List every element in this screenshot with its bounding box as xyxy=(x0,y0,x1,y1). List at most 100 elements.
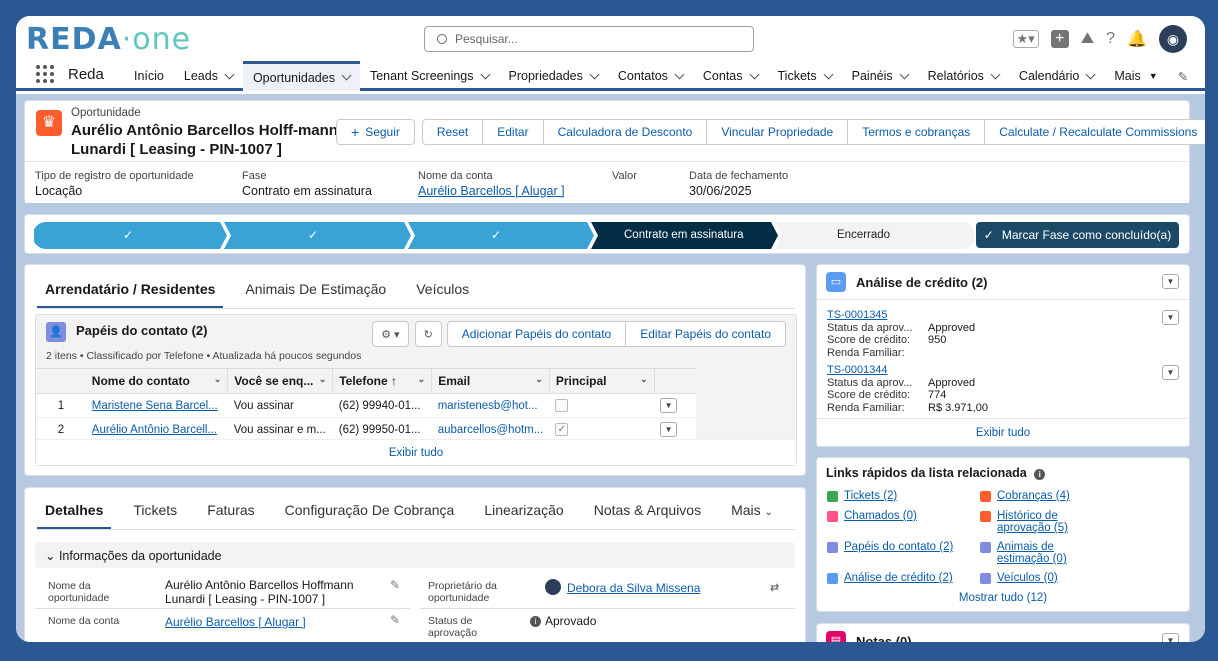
email-link[interactable]: aubarcellos@hotm... xyxy=(438,424,544,436)
quick-link-veiculos[interactable]: Veículos (0) xyxy=(980,572,1058,584)
nav-calendario[interactable]: Calendário xyxy=(1009,61,1104,91)
view-all-contact-roles-link[interactable]: Exibir tudo xyxy=(36,439,796,465)
refresh-icon[interactable]: ↻ xyxy=(414,321,442,347)
contact-link[interactable]: Aurélio Antônio Barcell... xyxy=(92,424,217,436)
nav-tickets[interactable]: Tickets xyxy=(768,61,842,91)
email-link[interactable]: maristenesb@hot... xyxy=(438,400,538,412)
card-actions-dropdown[interactable]: ▼ xyxy=(1162,633,1179,642)
approval-history-icon xyxy=(980,511,991,522)
section-header-opportunity-info[interactable]: ⌄ Informações da oportunidade xyxy=(35,542,795,568)
chevron-down-icon[interactable] xyxy=(341,70,352,81)
owner-link[interactable]: Debora da Silva Missena xyxy=(567,581,700,595)
nav-mais[interactable]: Mais ▼ xyxy=(1104,61,1167,91)
credit-record-link[interactable]: TS-0001344 xyxy=(827,364,888,376)
record-actions-dropdown[interactable]: ▼ xyxy=(1162,365,1179,380)
change-owner-icon[interactable]: ⇄ xyxy=(770,581,779,594)
credit-record-link[interactable]: TS-0001345 xyxy=(827,309,888,321)
trailhead-icon[interactable]: ⛰ xyxy=(1081,30,1094,48)
nav-paineis[interactable]: Painéis xyxy=(842,61,918,91)
chevron-down-icon[interactable] xyxy=(480,69,490,79)
edit-contact-roles-button[interactable]: Editar Papéis do contato xyxy=(625,321,786,347)
opportunity-crown-icon: ♛ xyxy=(36,110,62,136)
tab-veiculos[interactable]: Veículos xyxy=(408,275,477,308)
calculate-commissions-button[interactable]: Calculate / Recalculate Commissions xyxy=(984,119,1205,145)
chevron-down-icon[interactable] xyxy=(1085,69,1096,79)
link-property-button[interactable]: Vincular Propriedade xyxy=(706,119,849,145)
edit-pencil-icon[interactable]: ✎ xyxy=(390,578,400,592)
reset-button[interactable]: Reset xyxy=(421,119,484,145)
global-search-input[interactable]: Pesquisar... xyxy=(424,26,754,52)
notifications-bell-icon[interactable]: 🔔 xyxy=(1127,29,1147,49)
info-icon[interactable]: i xyxy=(530,616,541,627)
app-launcher-icon[interactable] xyxy=(36,65,54,83)
col-principal[interactable]: Principal ⌄ xyxy=(549,368,655,394)
edit-button[interactable]: Editar xyxy=(482,119,544,145)
caret-down-icon[interactable]: ▼ xyxy=(1149,71,1158,81)
nav-oportunidades[interactable]: Oportunidades xyxy=(242,61,360,91)
terms-charges-button[interactable]: Termos e cobranças xyxy=(847,119,986,145)
info-icon[interactable]: i xyxy=(1034,469,1046,480)
chevron-down-icon[interactable] xyxy=(589,69,600,79)
tab-linearizacao[interactable]: Linearização xyxy=(476,496,571,529)
nav-inicio[interactable]: Início xyxy=(124,61,174,91)
discount-calculator-button[interactable]: Calculadora de Desconto xyxy=(542,119,708,145)
quick-link-analise[interactable]: Análise de crédito (2) xyxy=(827,572,953,584)
mark-stage-complete-button[interactable]: ✓ Marcar Fase como concluído(a) xyxy=(976,222,1179,248)
view-all-credit-link[interactable]: Exibir tudo xyxy=(817,418,1189,446)
list-settings-gear-icon[interactable]: ⚙ ▾ xyxy=(372,321,409,347)
tab-tickets[interactable]: Tickets xyxy=(125,496,185,529)
nav-contatos[interactable]: Contatos xyxy=(608,61,693,91)
nav-tenant-screenings[interactable]: Tenant Screenings xyxy=(360,61,499,91)
help-icon[interactable]: ? xyxy=(1106,30,1115,48)
card-actions-dropdown[interactable]: ▼ xyxy=(1162,274,1179,289)
record-actions-dropdown[interactable]: ▼ xyxy=(1162,310,1179,325)
quick-link-cobrancas[interactable]: Cobranças (4) xyxy=(980,490,1070,502)
nav-propriedades[interactable]: Propriedades xyxy=(499,61,608,91)
navigation-bar: Reda Início Leads Oportunidades Tenant S… xyxy=(16,61,1205,91)
chevron-down-icon[interactable] xyxy=(823,69,834,79)
chevron-down-icon[interactable] xyxy=(990,69,1001,79)
edit-nav-pencil-icon[interactable]: ✎ xyxy=(1168,61,1198,91)
col-telefone[interactable]: Telefone ↑ ⌄ xyxy=(332,368,433,394)
vehicles-icon xyxy=(980,573,991,584)
quick-link-tickets[interactable]: Tickets (2) xyxy=(827,490,897,502)
field-stage: Fase Contrato em assinatura xyxy=(242,170,372,198)
row-actions-dropdown[interactable]: ▼ xyxy=(660,398,678,413)
tab-arrendatario[interactable]: Arrendatário / Residentes xyxy=(37,275,224,308)
contact-roles-title: Papéis do contato (2) xyxy=(76,323,208,338)
chevron-down-icon[interactable] xyxy=(899,69,910,79)
tab-mais[interactable]: Mais ⌄ xyxy=(723,496,781,529)
user-avatar[interactable]: ◉ xyxy=(1159,25,1187,53)
col-voce[interactable]: Você se enq... ⌄ xyxy=(227,368,334,394)
chevron-down-icon[interactable] xyxy=(224,69,235,79)
tab-faturas[interactable]: Faturas xyxy=(199,496,262,529)
chevron-down-icon: ⌄ xyxy=(45,549,59,563)
app-window: REDA·one Pesquisar... ★▾ + ⛰ ? 🔔 ◉ Reda … xyxy=(16,16,1205,642)
col-email[interactable]: Email ⌄ xyxy=(431,368,550,394)
row-actions-dropdown[interactable]: ▼ xyxy=(660,422,678,437)
quick-link-chamados[interactable]: Chamados (0) xyxy=(827,510,917,522)
nav-contas[interactable]: Contas xyxy=(693,61,768,91)
reda-one-logo[interactable]: REDA·one xyxy=(26,22,191,57)
quick-link-animais[interactable]: Animais de estimação (0) xyxy=(980,541,1090,565)
tab-configuracao-cobranca[interactable]: Configuração De Cobrança xyxy=(277,496,463,529)
quick-link-papeis[interactable]: Papéis do contato (2) xyxy=(827,541,953,553)
col-nome[interactable]: Nome do contato ⌄ xyxy=(85,368,229,394)
show-all-links[interactable]: Mostrar tudo (12) xyxy=(817,592,1189,604)
add-contact-roles-button[interactable]: Adicionar Papéis do contato xyxy=(446,321,627,347)
chevron-down-icon[interactable] xyxy=(674,69,685,79)
edit-pencil-icon[interactable]: ✎ xyxy=(390,613,400,627)
nav-leads[interactable]: Leads xyxy=(174,61,243,91)
tab-animais[interactable]: Animais De Estimação xyxy=(237,275,394,308)
favorites-star-icon[interactable]: ★▾ xyxy=(1012,30,1039,48)
nav-relatorios[interactable]: Relatórios xyxy=(918,61,1009,91)
account-value-link[interactable]: Aurélio Barcellos [ Alugar ] xyxy=(165,615,306,629)
quick-link-historico[interactable]: Histórico de aprovação (5) xyxy=(980,510,1090,534)
follow-button[interactable]: + Seguir xyxy=(336,119,415,145)
tab-detalhes[interactable]: Detalhes xyxy=(37,496,112,529)
chevron-down-icon[interactable] xyxy=(749,69,759,79)
tab-notas-arquivos[interactable]: Notas & Arquivos xyxy=(586,496,709,529)
contact-link[interactable]: Maristene Sena Barcel... xyxy=(92,400,218,412)
account-link[interactable]: Aurélio Barcellos [ Alugar ] xyxy=(418,184,565,198)
global-actions-plus-icon[interactable]: + xyxy=(1050,30,1069,48)
